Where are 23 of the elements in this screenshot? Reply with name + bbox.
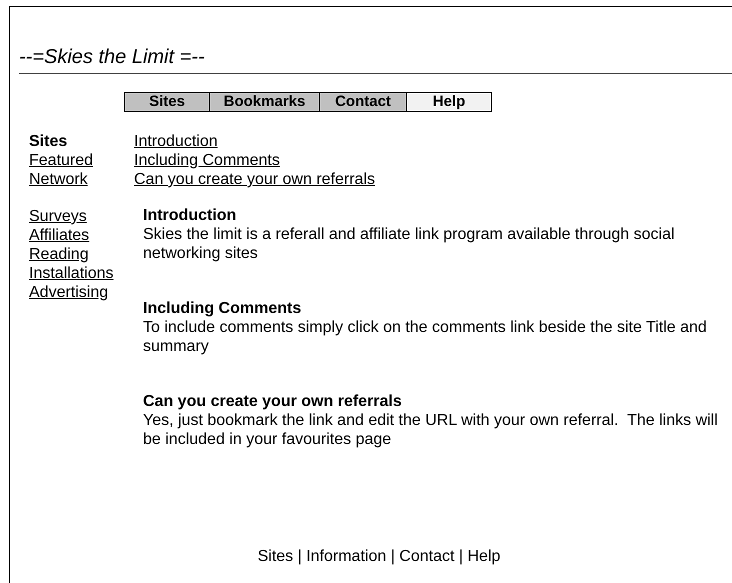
- section-heading: Can you create your own referrals: [143, 392, 402, 411]
- footer-links: Sites | Information | Contact | Help: [258, 547, 500, 567]
- section-text: Skies the limit is a referall and affiliate link program available through social networking sites: [143, 225, 676, 263]
- site-title: --=Skies the Limit =--: [19, 45, 206, 69]
- sidebar-link[interactable]: Network: [29, 170, 88, 189]
- section-heading: Including Comments: [143, 299, 302, 318]
- sidebar-link[interactable]: Featured: [29, 151, 94, 170]
- contents-link[interactable]: Can you create your own referrals: [134, 170, 375, 189]
- nav-tab[interactable]: Help: [407, 92, 492, 112]
- sidebar-link[interactable]: Advertising: [29, 283, 108, 302]
- nav-tab[interactable]: Sites: [124, 92, 210, 112]
- nav-tab[interactable]: Contact: [320, 92, 407, 112]
- contents-link[interactable]: Introduction: [134, 132, 218, 151]
- nav-tab[interactable]: Bookmarks: [210, 92, 320, 112]
- section-heading: Introduction: [143, 206, 236, 225]
- section-text: To include comments simply click on the comments link beside the site Title and summary: [143, 318, 708, 356]
- contents-link[interactable]: Including Comments: [134, 151, 280, 170]
- section-text: Yes, just bookmark the link and edit the URL with your own referral. The links will be included in your favourites page: [143, 411, 718, 449]
- sidebar-heading: Sites: [29, 132, 68, 151]
- sidebar-link[interactable]: Surveys: [29, 207, 87, 226]
- sidebar-link[interactable]: Reading: [29, 245, 89, 264]
- sidebar-link[interactable]: Installations: [29, 264, 114, 283]
- sidebar-link[interactable]: Affiliates: [29, 226, 90, 245]
